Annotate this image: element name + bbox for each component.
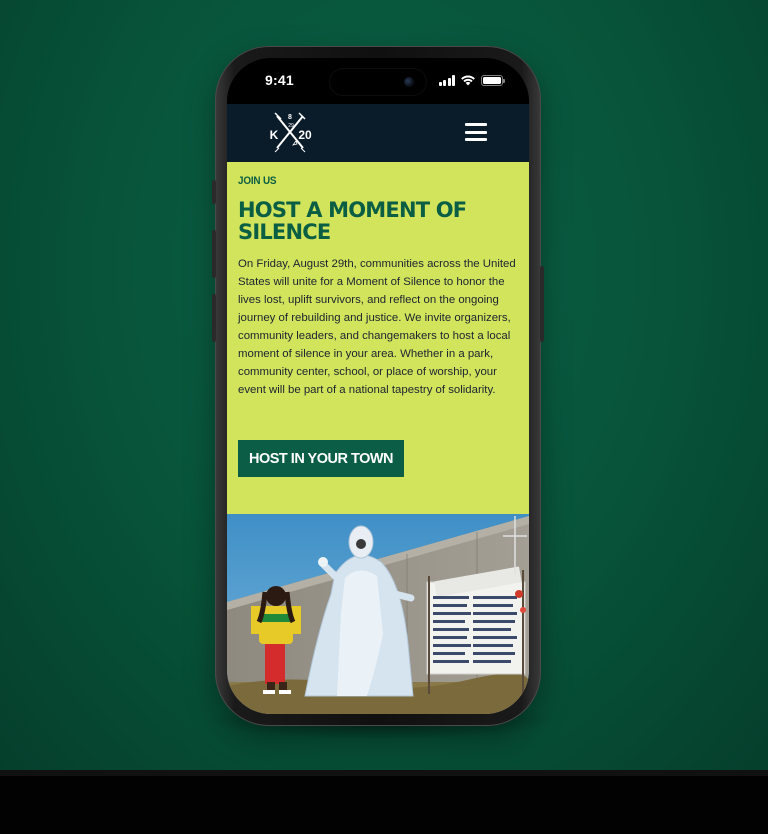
logo-right: 20 bbox=[298, 128, 312, 142]
section-headline: HOST A MOMENT OF SILENCE bbox=[238, 198, 467, 244]
logo-top: 8 bbox=[288, 114, 292, 121]
bottom-bar bbox=[0, 770, 768, 834]
wifi-icon bbox=[461, 75, 475, 86]
moment-of-silence-section: JOIN US HOST A MOMENT OF SILENCE On Frid… bbox=[227, 162, 529, 514]
battery-level bbox=[483, 76, 501, 84]
status-icons bbox=[438, 74, 505, 86]
dynamic-island bbox=[330, 69, 426, 95]
host-in-your-town-button[interactable]: HOST IN YOUR TOWN bbox=[238, 440, 404, 477]
section-body: On Friday, August 29th, communities acro… bbox=[238, 258, 516, 396]
logo-middle: 29 bbox=[288, 123, 294, 129]
power-button bbox=[540, 266, 544, 342]
status-time: 9:41 bbox=[265, 72, 294, 88]
phone-screen: 9:41 8 29 K 20 JOIN US HOST A MOMENT OF … bbox=[227, 58, 529, 714]
section-eyebrow: JOIN US bbox=[238, 175, 277, 187]
action-button bbox=[212, 180, 216, 204]
battery-icon bbox=[481, 74, 505, 86]
site-logo[interactable]: 8 29 K 20 bbox=[265, 110, 315, 156]
menu-icon[interactable] bbox=[465, 123, 487, 141]
signal-icon bbox=[438, 75, 455, 86]
logo-left: K bbox=[270, 128, 279, 142]
camera-icon bbox=[404, 77, 414, 87]
hero-photo bbox=[227, 514, 529, 714]
phone-mockup: 9:41 8 29 K 20 JOIN US HOST A MOMENT OF … bbox=[212, 46, 544, 726]
volume-up-button bbox=[212, 230, 216, 278]
site-header: 8 29 K 20 bbox=[227, 104, 529, 162]
status-bar: 9:41 bbox=[227, 58, 529, 104]
volume-down-button bbox=[212, 294, 216, 342]
event-photo bbox=[227, 514, 529, 714]
